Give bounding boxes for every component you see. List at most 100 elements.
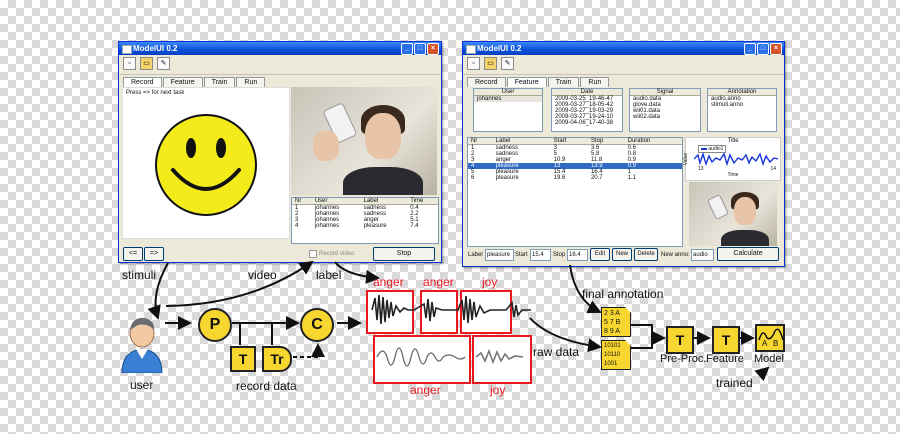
- close-button[interactable]: ×: [427, 43, 439, 55]
- edit-icon[interactable]: ✎: [501, 57, 514, 70]
- feature-label: Feature: [706, 353, 744, 365]
- list-item[interactable]: johannes: [474, 95, 542, 102]
- table-row[interactable]: 6 pleasure 19.6 20.7 1.1: [468, 175, 682, 181]
- record-data-label: record data: [236, 379, 297, 393]
- anger-label-top: anger: [373, 275, 404, 289]
- model-class-b: B: [773, 339, 779, 348]
- raw-signal: [376, 347, 524, 367]
- stop-caption: Stop: [553, 252, 566, 258]
- date-list[interactable]: Date 2009-03-25_19-46-47 2009-03-27_18-0…: [551, 88, 623, 132]
- next-button[interactable]: =>: [144, 247, 164, 261]
- plot-ylabel: Value: [683, 152, 690, 166]
- preproc-block: T: [666, 326, 694, 354]
- list-item[interactable]: stimuli.anno: [708, 102, 776, 108]
- transform-block-tr: Tr: [262, 346, 292, 372]
- tab-run[interactable]: Run: [580, 77, 610, 87]
- trained-label: trained: [716, 376, 753, 390]
- new-file-icon[interactable]: ▫: [467, 57, 480, 70]
- feature-block: T: [712, 326, 740, 354]
- stimuli-label: stimuli: [122, 268, 157, 282]
- start-input[interactable]: 15.4: [530, 249, 551, 261]
- window-title-bar[interactable]: ModelUI 0.2 _ □ ×: [463, 42, 784, 55]
- raw-data-label: raw data: [533, 345, 580, 359]
- list-item[interactable]: 2009-04-06_17-40-38: [552, 120, 622, 126]
- anger-label-bottom: anger: [410, 383, 441, 397]
- plot-xlabel: Time: [727, 172, 739, 178]
- tab-run[interactable]: Run: [236, 77, 266, 87]
- app-icon: [466, 45, 476, 54]
- webcam-video-feed: [689, 182, 777, 246]
- user-list[interactable]: User johannes: [473, 88, 543, 132]
- modelui-feature-window: ModelUI 0.2 _ □ × ▫ ▭ ✎ Record Feature T…: [462, 41, 785, 267]
- process-node-p: P: [198, 308, 232, 342]
- record-video-checkbox[interactable]: Record video: [309, 250, 354, 258]
- window-title: ModelUI 0.2: [477, 44, 522, 53]
- plot-title: Title: [727, 138, 739, 144]
- tab-record[interactable]: Record: [123, 77, 162, 87]
- edit-button[interactable]: Edit: [590, 248, 610, 261]
- tab-train[interactable]: Train: [203, 77, 236, 87]
- maximize-button[interactable]: □: [757, 43, 769, 55]
- anger-label-mid: anger: [423, 275, 454, 289]
- table-row[interactable]: 4 johannes pleasure 7.4: [292, 223, 438, 229]
- maximize-button[interactable]: □: [414, 43, 426, 55]
- video-label: video: [248, 268, 277, 282]
- new-anno-caption: New anno:: [661, 252, 690, 258]
- minimize-button[interactable]: _: [744, 43, 756, 55]
- toolbar: ▫ ▭ ✎: [463, 55, 784, 75]
- stop-button[interactable]: Stop: [373, 247, 435, 261]
- tab-bar: Record Feature Train Run: [119, 75, 441, 87]
- process-node-c: C: [300, 308, 334, 342]
- toolbar: ▫ ▭ ✎: [119, 55, 441, 75]
- webcam-video-feed: [291, 87, 437, 195]
- record-video-label: Record video: [319, 251, 355, 257]
- close-button[interactable]: ×: [770, 43, 782, 55]
- signal-list[interactable]: Signal audio.data glove.data wii01.data …: [629, 88, 701, 132]
- transform-block-t: T: [230, 346, 256, 372]
- minimize-button[interactable]: _: [401, 43, 413, 55]
- start-caption: Start: [515, 252, 528, 258]
- data-document: 10101 10110 1001: [601, 340, 631, 370]
- model-block: A B: [755, 324, 785, 352]
- tab-bar: Record Feature Train Run: [463, 75, 784, 87]
- signal-plot: Title Value audio1 13 14 Time: [683, 137, 781, 181]
- final-annotation-label: final annotation: [582, 287, 664, 301]
- tab-record[interactable]: Record: [467, 77, 506, 87]
- smiley-stimulus: [155, 114, 257, 216]
- joy-label-bottom: joy: [490, 383, 506, 397]
- label-caption: Label: [468, 252, 483, 258]
- window-title-bar[interactable]: ModelUI 0.2 _ □ ×: [119, 42, 441, 55]
- user-icon: [121, 317, 163, 373]
- model-label: Model: [754, 353, 784, 365]
- annotation-document: 2 3 A 5 7 B 8 9 A: [601, 307, 631, 337]
- label-input[interactable]: pleasure: [485, 249, 514, 261]
- delete-button[interactable]: Delete: [634, 248, 658, 261]
- new-file-icon[interactable]: ▫: [123, 57, 136, 70]
- segment-table[interactable]: Nr Label Start Stop Duration 1 sadness 3 3.…: [467, 137, 683, 247]
- preproc-label: Pre-Proc.: [660, 353, 707, 365]
- label-table[interactable]: Nr User Label Time 1 johannes sadness 0.4 2…: [291, 197, 439, 244]
- modelui-record-window: ModelUI 0.2 _ □ × ▫ ▭ ✎ Record Feature T…: [118, 41, 442, 263]
- user-label: user: [130, 378, 154, 392]
- list-item[interactable]: wii02.data: [630, 114, 700, 120]
- model-class-a: A: [762, 339, 768, 348]
- task-prompt: Press => for next task: [126, 90, 185, 96]
- new-anno-input[interactable]: audio: [691, 249, 714, 261]
- audio-waveform: [371, 294, 531, 325]
- calculate-button[interactable]: Calculate: [717, 247, 779, 261]
- tab-feature[interactable]: Feature: [506, 77, 547, 87]
- label-label: label: [316, 268, 342, 282]
- app-icon: [122, 45, 132, 54]
- annotation-list[interactable]: Annotation audio.anno stimuli.anno: [707, 88, 777, 132]
- tab-feature[interactable]: Feature: [162, 77, 203, 87]
- open-folder-icon[interactable]: ▭: [484, 57, 497, 70]
- previous-button[interactable]: <=: [123, 247, 143, 261]
- stop-input[interactable]: 16.4: [567, 249, 588, 261]
- joy-label-top: joy: [482, 275, 498, 289]
- audio-waveform-plot: [694, 152, 778, 166]
- tab-train[interactable]: Train: [547, 77, 580, 87]
- new-button[interactable]: New: [612, 248, 632, 261]
- stimulus-panel: Press => for next task: [122, 87, 290, 239]
- edit-icon[interactable]: ✎: [157, 57, 170, 70]
- open-folder-icon[interactable]: ▭: [140, 57, 153, 70]
